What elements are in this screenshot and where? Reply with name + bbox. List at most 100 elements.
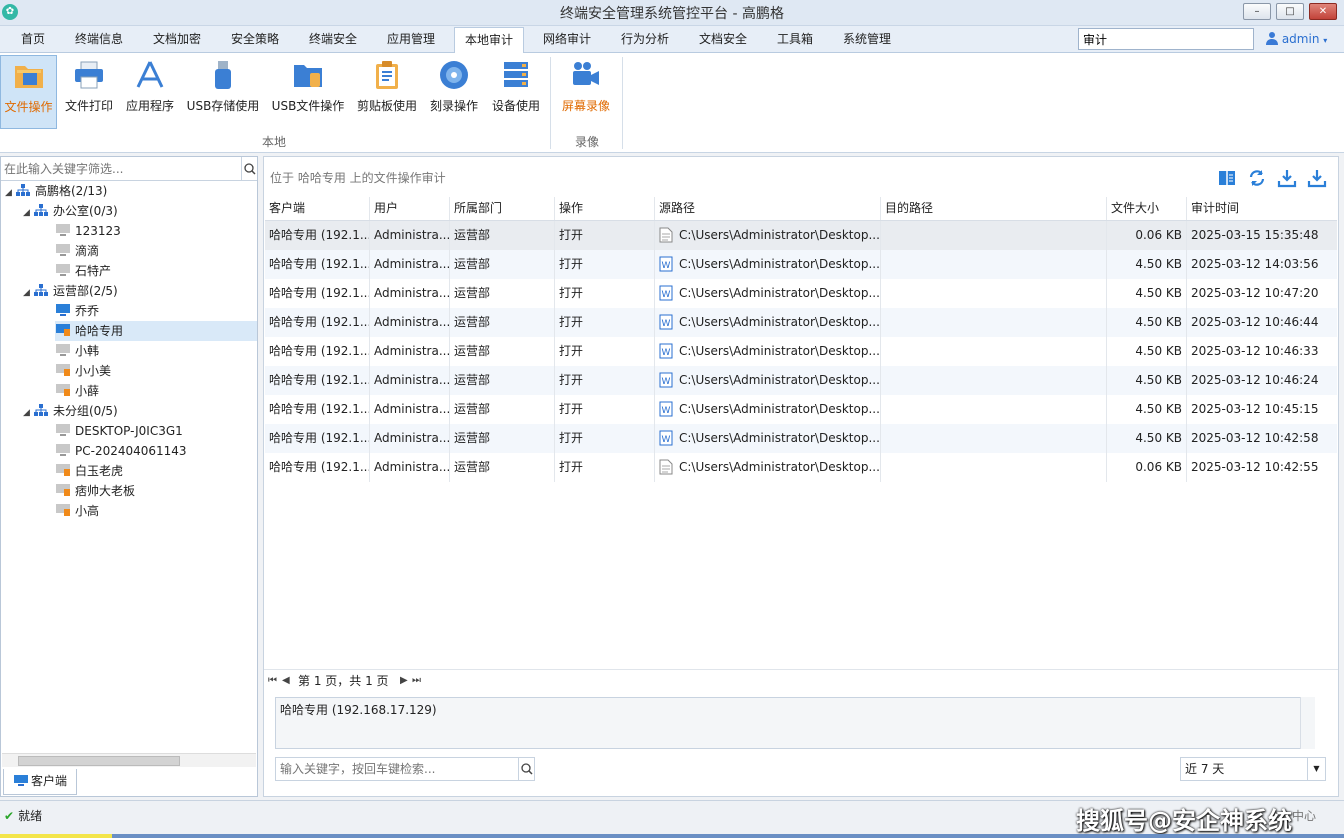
tab-doc-encryption[interactable]: 文档加密 — [144, 30, 210, 53]
first-page-icon[interactable]: ⏮ — [268, 670, 277, 692]
cell-target-path — [881, 250, 1107, 279]
keyword-search-input[interactable] — [275, 757, 519, 781]
collapse-icon[interactable]: ◢ — [5, 183, 15, 203]
column-header-client[interactable]: 客户端 — [265, 197, 370, 220]
tab-app-management[interactable]: 应用管理 — [378, 30, 444, 53]
column-header-target-path[interactable]: 目的路径 — [881, 197, 1107, 220]
tree-node-root[interactable]: ◢ 高鹏格(2/13) — [5, 181, 107, 201]
tab-network-audit[interactable]: 网络审计 — [534, 30, 600, 53]
file-print-button[interactable]: 文件打印 — [61, 55, 117, 129]
application-button[interactable]: 应用程序 — [122, 55, 178, 129]
user-menu[interactable]: admin ▾ — [1266, 31, 1336, 49]
table-row[interactable]: 哈哈专用 (192.1... Administra... 运营部 打开 W C:\User… — [265, 366, 1337, 395]
table-row[interactable]: 哈哈专用 (192.1... Administra... 运营部 打开 W C:\User… — [265, 424, 1337, 453]
tab-behavior-analysis[interactable]: 行为分析 — [612, 30, 678, 53]
clipboard-button[interactable]: 剪贴板使用 — [354, 55, 420, 129]
device-usage-button[interactable]: 设备使用 — [488, 55, 544, 129]
table-row[interactable]: 哈哈专用 (192.1... Administra... 运营部 打开 C:\Users… — [265, 221, 1337, 250]
tab-clients[interactable]: 客户端 — [3, 769, 77, 795]
tree-node-client[interactable]: 小薛 — [55, 381, 99, 401]
cell-user: Administra... — [370, 395, 450, 424]
tab-toolbox[interactable]: 工具箱 — [768, 30, 822, 53]
column-header-department[interactable]: 所属部门 — [450, 197, 555, 220]
usb-storage-button[interactable]: USB存储使用 — [184, 55, 262, 129]
burn-operation-button[interactable]: 刻录操作 — [426, 55, 482, 129]
cell-audit-time: 2025-03-12 10:46:33 — [1191, 344, 1319, 358]
table-row[interactable]: 哈哈专用 (192.1... Administra... 运营部 打开 W C:\User… — [265, 337, 1337, 366]
column-settings-icon[interactable] — [1217, 168, 1237, 188]
column-header-source-path[interactable]: 源路径 — [655, 197, 881, 220]
vertical-scrollbar[interactable] — [1300, 697, 1315, 749]
tab-terminal-info[interactable]: 终端信息 — [66, 30, 132, 53]
table-row[interactable]: 哈哈专用 (192.1... Administra... 运营部 打开 W C:\User… — [265, 279, 1337, 308]
tree-node-client[interactable]: DESKTOP-J0IC3G1 — [55, 421, 183, 441]
tree-node-group[interactable]: ◢ 未分组(0/5) — [23, 401, 118, 421]
table-row[interactable]: 哈哈专用 (192.1... Administra... 运营部 打开 W C:\User… — [265, 250, 1337, 279]
tree-node-client[interactable]: 123123 — [55, 221, 121, 241]
word-document-icon: W — [659, 343, 673, 359]
tree-node-client-selected[interactable]: 哈哈专用 — [55, 321, 257, 341]
table-row[interactable]: 哈哈专用 (192.1... Administra... 运营部 打开 W C:\User… — [265, 395, 1337, 424]
tab-security-policy[interactable]: 安全策略 — [222, 30, 288, 53]
horizontal-scrollbar[interactable] — [2, 753, 256, 767]
tree-filter-input[interactable] — [1, 157, 241, 181]
tree-node-group[interactable]: ◢ 运营部(2/5) — [23, 281, 118, 301]
screen-record-button[interactable]: 屏幕录像 — [556, 55, 616, 129]
prev-page-icon[interactable]: ◀ — [282, 670, 290, 692]
cell-client: 哈哈专用 (192.1... — [265, 337, 370, 366]
monitor-online-icon — [56, 304, 70, 316]
chevron-down-icon[interactable]: ▼ — [1307, 758, 1325, 780]
column-header-file-size[interactable]: 文件大小 — [1107, 197, 1187, 220]
tab-home[interactable]: 首页 — [8, 30, 58, 53]
cell-user: Administra... — [370, 279, 450, 308]
tree-node-group[interactable]: ◢ 办公室(0/3) — [23, 201, 118, 221]
collapse-icon[interactable]: ◢ — [23, 203, 33, 223]
tree-node-client[interactable]: 小小美 — [55, 361, 111, 381]
search-icon[interactable] — [241, 157, 257, 181]
cell-audit-time: 2025-03-12 14:03:56 — [1191, 257, 1319, 271]
disc-icon — [440, 61, 468, 89]
svg-text:W: W — [662, 290, 671, 300]
download-icon[interactable] — [1307, 168, 1327, 188]
search-icon[interactable] — [518, 757, 535, 781]
export-icon[interactable] — [1277, 168, 1297, 188]
maximize-button[interactable]: □ — [1276, 3, 1304, 20]
tab-doc-security[interactable]: 文档安全 — [690, 30, 756, 53]
time-range-select[interactable]: 近 7 天 ▼ — [1180, 757, 1326, 781]
table-row[interactable]: 哈哈专用 (192.1... Administra... 运营部 打开 W C:\User… — [265, 308, 1337, 337]
tree-node-client[interactable]: PC-202404061143 — [55, 441, 187, 461]
collapse-icon[interactable]: ◢ — [23, 403, 33, 423]
minimize-button[interactable]: – — [1243, 3, 1271, 20]
tab-local-audit[interactable]: 本地审计 — [454, 27, 524, 53]
last-page-icon[interactable]: ⏭ — [412, 670, 421, 692]
tree-node-client[interactable]: 乔乔 — [55, 301, 99, 321]
status-text: ✔ 就绪 — [4, 809, 43, 823]
cell-operation: 打开 — [555, 221, 655, 250]
close-button[interactable]: ✕ — [1309, 3, 1337, 20]
file-operation-button[interactable]: 文件操作 — [0, 55, 57, 129]
tree-node-client[interactable]: 白玉老虎 — [55, 461, 123, 481]
tree-node-client[interactable]: 痞帅大老板 — [55, 481, 135, 501]
scrollbar-thumb[interactable] — [18, 756, 180, 766]
collapse-icon[interactable]: ◢ — [23, 283, 33, 303]
top-search-input[interactable] — [1078, 28, 1254, 50]
tab-system-management[interactable]: 系统管理 — [834, 30, 900, 53]
group-separator — [622, 57, 623, 149]
column-header-operation[interactable]: 操作 — [555, 197, 655, 220]
next-page-icon[interactable]: ▶ — [400, 670, 408, 692]
cell-department: 运营部 — [450, 279, 555, 308]
monitor-offline-icon — [56, 244, 70, 256]
column-header-user[interactable]: 用户 — [370, 197, 450, 220]
table-row[interactable]: 哈哈专用 (192.1... Administra... 运营部 打开 C:\Users… — [265, 453, 1337, 482]
column-header-audit-time[interactable]: 审计时间 — [1187, 197, 1337, 220]
tree-node-client[interactable]: 滴滴 — [55, 241, 99, 261]
refresh-icon[interactable] — [1247, 168, 1267, 188]
tree-node-client[interactable]: 小高 — [55, 501, 99, 521]
cell-operation: 打开 — [555, 250, 655, 279]
tab-terminal-security[interactable]: 终端安全 — [300, 30, 366, 53]
tree-node-client[interactable]: 小韩 — [55, 341, 99, 361]
usb-icon — [215, 61, 231, 89]
usb-file-operation-button[interactable]: USB文件操作 — [268, 55, 348, 129]
tree-node-client[interactable]: 石特产 — [55, 261, 111, 281]
cell-department: 运营部 — [450, 337, 555, 366]
